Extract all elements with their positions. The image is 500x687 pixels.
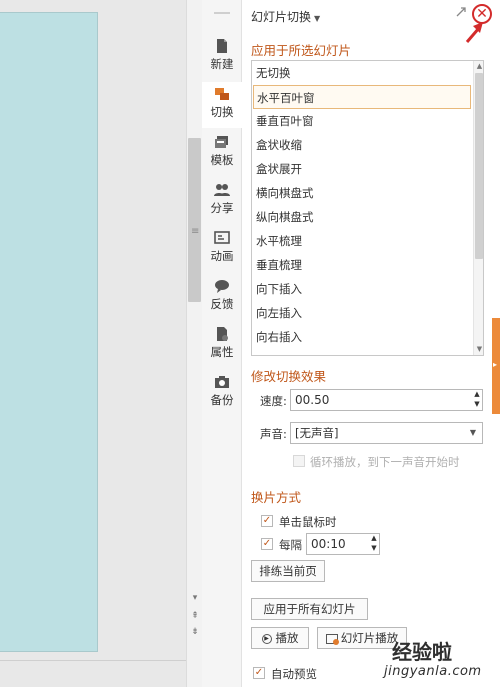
scroll-down-icon[interactable]: ▾ (189, 592, 201, 604)
page-down-icon[interactable]: ⇟ (189, 626, 201, 638)
on-click-label: 单击鼠标时 (279, 515, 337, 529)
panel-title-dropdown[interactable]: 幻灯片切换 ▼ (251, 8, 320, 25)
nav-label: 反馈 (210, 297, 234, 311)
slide-canvas-area (0, 0, 186, 687)
page-up-icon[interactable]: ⇞ (189, 610, 201, 622)
effects-list[interactable]: 无切换 水平百叶窗 垂直百叶窗 盒状收缩 盒状展开 横向棋盘式 纵向棋盘式 水平… (251, 60, 484, 356)
autopreview-checkbox[interactable]: ✓ (253, 667, 265, 679)
template-icon (215, 136, 228, 148)
spin-down-icon[interactable]: ▼ (472, 400, 482, 408)
watermark-url: jingyanla.com (384, 664, 482, 679)
slideshow-button-label: 幻灯片播放 (340, 631, 399, 645)
sound-value: [无声音] (295, 426, 339, 440)
list-item[interactable]: 水平梳理 (253, 229, 471, 253)
nav-item-feedback[interactable]: 反馈 (202, 274, 242, 320)
nav-label: 动画 (210, 249, 234, 263)
nav-label: 模板 (210, 153, 234, 167)
advance-section-title: 换片方式 (251, 490, 302, 505)
sound-label: 声音: (260, 427, 287, 441)
spin-up-icon[interactable]: ▲ (369, 534, 379, 542)
scrollbar-thumb[interactable] (475, 73, 483, 259)
canvas-scrollbar[interactable]: ≡ ▾ ⇞ ⇟ (186, 0, 202, 687)
apply-all-button-label: 应用于所有幻灯片 (263, 602, 356, 616)
interval-value: 00:10 (311, 537, 346, 551)
nav-label: 切换 (210, 105, 234, 119)
rehearse-button-label: 排练当前页 (259, 564, 317, 578)
apply-section-title: 应用于所选幻灯片 (251, 43, 352, 58)
speed-input[interactable]: 00.50 (290, 389, 483, 411)
list-item[interactable]: 盒状展开 (253, 157, 471, 181)
divider (0, 660, 186, 661)
nav-label: 备份 (210, 393, 234, 407)
on-click-checkbox[interactable]: ✓ (261, 515, 273, 527)
new-file-icon (217, 39, 227, 53)
nav-item-properties[interactable]: 属性 (202, 322, 242, 368)
nav-item-transition[interactable]: 切换 (202, 82, 242, 128)
nav-item-share[interactable]: 分享 (202, 178, 242, 224)
play-button[interactable]: ▶ 播放 (251, 627, 309, 649)
spin-down-icon[interactable]: ▼ (369, 544, 379, 552)
apply-all-button[interactable]: 应用于所有幻灯片 (251, 598, 368, 620)
feedback-icon (215, 280, 229, 293)
nav-label: 新建 (210, 57, 234, 71)
sound-select[interactable]: [无声音] ▼ (290, 422, 483, 444)
share-icon (214, 184, 230, 196)
play-icon: ▶ (261, 633, 272, 644)
play-button-label: 播放 (275, 631, 299, 645)
loop-checkbox[interactable] (293, 455, 305, 467)
drag-handle[interactable] (214, 12, 230, 14)
chevron-right-icon: ▸ (493, 360, 498, 369)
interval-label: 每隔 (279, 538, 302, 552)
scroll-down-icon[interactable]: ▼ (475, 345, 483, 353)
watermark-text: 经验啦 (392, 640, 452, 664)
autopreview-label: 自动预览 (271, 667, 317, 681)
speed-value: 00.50 (295, 393, 330, 407)
properties-icon (217, 327, 228, 341)
grip-icon: ≡ (191, 226, 200, 237)
nav-item-new[interactable]: 新建 (202, 34, 242, 80)
chevron-down-icon: ▼ (469, 428, 476, 437)
interval-checkbox[interactable]: ✓ (261, 538, 273, 550)
transition-panel: 幻灯片切换 ▼ ✕ 应用于所选幻灯片 无切换 水平百叶窗 垂直百叶窗 盒状收缩 盒… (243, 0, 500, 687)
nav-item-backup[interactable]: 备份 (202, 370, 242, 416)
nav-label: 属性 (210, 345, 234, 359)
annotation-arrow-icon (465, 22, 483, 43)
slide-thumbnail[interactable] (0, 12, 98, 652)
backup-icon (215, 376, 229, 388)
list-item[interactable]: 向右插入 (253, 325, 471, 349)
list-item[interactable]: 无切换 (253, 61, 471, 85)
nav-item-template[interactable]: 模板 (202, 130, 242, 176)
list-item[interactable]: 向下插入 (253, 277, 471, 301)
list-item[interactable]: 垂直百叶窗 (253, 109, 471, 133)
list-item[interactable]: 向左插入 (253, 301, 471, 325)
modify-section-title: 修改切换效果 (251, 369, 327, 384)
list-scrollbar[interactable]: ▲ ▼ (473, 61, 483, 355)
nav-item-animation[interactable]: 动画 (202, 226, 242, 272)
list-item[interactable]: 横向棋盘式 (253, 181, 471, 205)
scrollbar-thumb[interactable] (188, 138, 201, 302)
pin-icon[interactable] (455, 6, 467, 18)
spin-up-icon[interactable]: ▲ (472, 390, 482, 398)
loop-label: 循环播放，到下一声音开始时 (310, 455, 460, 469)
panel-title: 幻灯片切换 (251, 10, 312, 24)
list-item[interactable]: 水平百叶窗 (253, 85, 471, 109)
list-item[interactable]: 纵向棋盘式 (253, 205, 471, 229)
list-item[interactable]: 盒状收缩 (253, 133, 471, 157)
scroll-up-icon[interactable]: ▲ (475, 62, 483, 70)
chevron-down-icon: ▼ (314, 14, 321, 23)
panel-collapse-tab[interactable]: ▸ (492, 318, 500, 414)
slideshow-icon (325, 633, 339, 645)
side-nav: 新建 切换 模板 分享 动画 反馈 属性 备份 (202, 0, 242, 687)
speed-label: 速度: (260, 394, 287, 408)
list-item[interactable]: 垂直梳理 (253, 253, 471, 277)
rehearse-button[interactable]: 排练当前页 (251, 560, 325, 582)
nav-label: 分享 (210, 201, 234, 215)
transition-icon (215, 88, 229, 100)
animation-icon (214, 231, 230, 244)
